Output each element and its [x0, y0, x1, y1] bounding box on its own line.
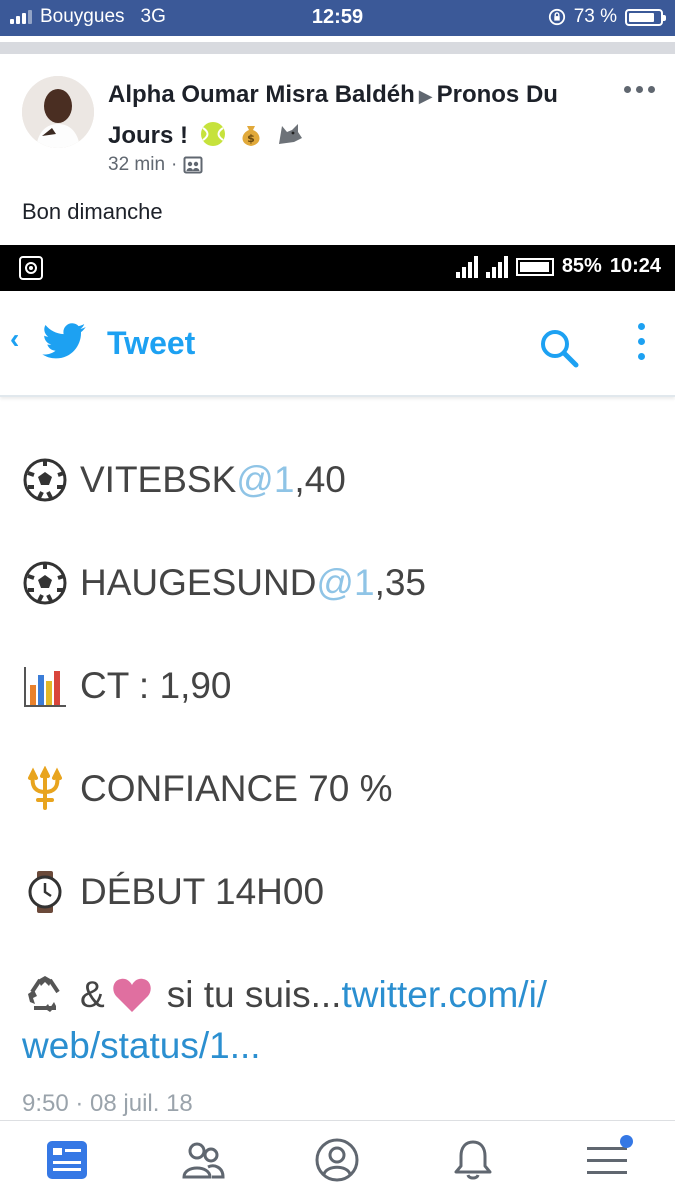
tweet-mention-link[interactable]: @1	[316, 562, 374, 604]
ios-status-bar: Bouygues 3G 12:59 73 %	[0, 0, 675, 36]
bottom-tab-bar	[0, 1120, 675, 1201]
tweet-footer-line: & si tu suis... twitter.com/i/	[22, 972, 547, 1018]
tweet-line-text: HAUGESUND	[80, 562, 317, 603]
recycle-icon	[28, 976, 60, 1012]
friends-icon[interactable]	[180, 1137, 226, 1183]
signal-icon	[455, 255, 478, 278]
tweet-line-3: CT : 1,90	[22, 663, 232, 709]
tweet-status-link[interactable]: twitter.com/i/	[341, 974, 547, 1016]
tweet-line-1: VITEBSK @1,40	[22, 457, 346, 503]
tweet-status-link-cont[interactable]: web/status/1...	[22, 1025, 261, 1067]
menu-notification-dot	[620, 1135, 633, 1148]
tweet-line-text: VITEBSK	[80, 459, 237, 500]
post-time[interactable]: 32 min	[108, 154, 165, 176]
news-feed-icon[interactable]	[44, 1137, 90, 1183]
twitter-header: ‹ Tweet	[0, 291, 675, 397]
money-bag-icon: $	[242, 126, 260, 146]
group-audience-icon	[183, 156, 203, 174]
shared-to-arrow-icon: ▶	[418, 86, 433, 106]
post-options-button[interactable]	[624, 86, 655, 93]
soccer-ball-icon	[23, 561, 67, 605]
embedded-screenshot[interactable]: 85% 10:24 ‹ Tweet VITEBSK @1,40 HAUGESUN…	[0, 245, 675, 1120]
svg-text:$: $	[248, 132, 256, 145]
bar-chart-icon	[24, 667, 66, 707]
tweet-footer-text-2: si tu suis...	[166, 974, 342, 1015]
tweet-line-text: DÉBUT 14H00	[80, 871, 325, 912]
heart-icon	[112, 978, 151, 1012]
tweet-footer-text: &	[80, 974, 105, 1015]
tweet-line-text: CONFIANCE 70 %	[80, 768, 393, 809]
twitter-page-title: Tweet	[107, 325, 196, 361]
android-battery-percent: 85%	[561, 255, 602, 277]
trident-icon	[28, 766, 62, 810]
tweet-line-suffix: ,40	[294, 459, 346, 500]
meta-separator: ·	[171, 154, 178, 175]
camera-notification-icon	[19, 256, 43, 280]
post-author-line: Alpha Oumar Misra Baldéh ▶ Pronos Du Jours…	[108, 75, 608, 156]
more-options-icon[interactable]	[638, 323, 645, 360]
tweet-line-4: CONFIANCE 70 %	[22, 766, 393, 812]
search-icon[interactable]	[538, 327, 580, 369]
tennis-ball-icon	[200, 122, 225, 146]
watch-icon	[28, 871, 62, 913]
rotation-lock-icon	[548, 8, 565, 26]
tweet-timestamp: 9:50 · 08 juil. 18	[22, 1090, 193, 1117]
android-status-bar: 85% 10:24	[0, 245, 675, 291]
notifications-icon[interactable]	[450, 1137, 496, 1183]
author-avatar[interactable]	[22, 76, 94, 148]
android-battery-icon	[515, 257, 554, 276]
tweet-line-text: CT : 1,90	[80, 665, 232, 706]
post-meta: 32 min ·	[108, 154, 203, 176]
tweet-line-5: DÉBUT 14H00	[22, 869, 324, 915]
wolf-icon	[279, 124, 303, 144]
profile-icon[interactable]	[314, 1137, 360, 1183]
tweet-mention-link[interactable]: @1	[236, 459, 294, 501]
post-text: Bon dimanche	[22, 199, 163, 224]
battery-icon	[625, 8, 666, 26]
tweet-line-suffix: ,35	[374, 562, 426, 603]
android-time: 10:24	[609, 255, 661, 277]
mobile-data-signal-icon	[485, 255, 508, 278]
back-chevron-icon[interactable]: ‹	[10, 323, 19, 355]
soccer-ball-icon	[23, 458, 67, 502]
tweet-line-2: HAUGESUND @1,35	[22, 560, 426, 606]
battery-percent: 73 %	[573, 6, 617, 27]
twitter-bird-icon	[42, 323, 86, 359]
author-name[interactable]: Alpha Oumar Misra Baldéh	[108, 81, 415, 108]
divider-strip	[0, 42, 675, 54]
